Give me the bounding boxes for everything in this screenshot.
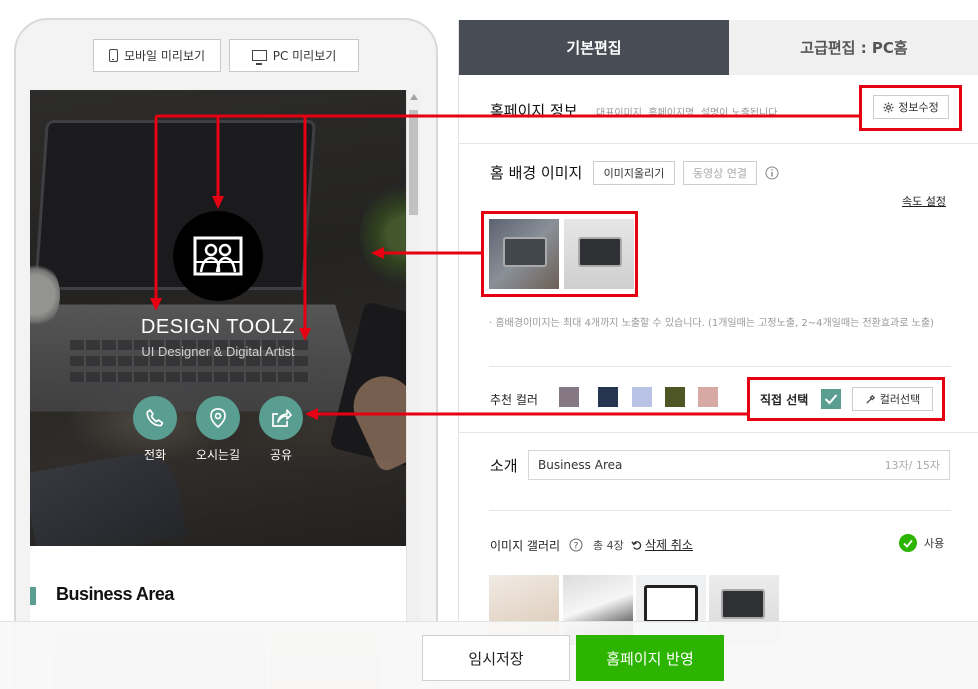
homepage-info-title: 홈페이지 정보 bbox=[490, 102, 578, 120]
color-swatch[interactable] bbox=[632, 387, 652, 407]
phone-icon bbox=[146, 409, 164, 427]
bg-image-title: 홈 배경 이미지 bbox=[490, 164, 583, 182]
scroll-thumb[interactable] bbox=[409, 110, 418, 215]
intro-input-value: Business Area bbox=[538, 458, 623, 472]
people-frame-icon bbox=[193, 236, 243, 276]
call-action[interactable]: 전화 bbox=[120, 396, 190, 463]
color-swatch[interactable] bbox=[559, 387, 579, 407]
link-video-button[interactable]: 동영상 연결 bbox=[683, 161, 757, 185]
site-logo bbox=[173, 211, 263, 301]
info-icon[interactable] bbox=[765, 166, 779, 180]
share-label: 공유 bbox=[269, 448, 293, 462]
divider bbox=[459, 143, 978, 144]
call-label: 전화 bbox=[143, 448, 167, 462]
share-action[interactable]: 공유 bbox=[246, 396, 316, 463]
help-icon[interactable]: ? bbox=[569, 538, 583, 552]
gallery-use-toggle[interactable] bbox=[899, 534, 917, 552]
bg-image-note: · 홈배경이미지는 최대 4개까지 노출할 수 있습니다. (1개일때는 고정노… bbox=[489, 316, 951, 332]
tab-basic-edit[interactable]: 기본편집 bbox=[459, 20, 729, 75]
publish-button[interactable]: 홈페이지 반영 bbox=[576, 635, 724, 681]
scroll-up-icon[interactable] bbox=[410, 94, 418, 100]
site-title: DESIGN TOOLZ bbox=[140, 316, 296, 338]
undo-delete-label: 삭제 취소 bbox=[645, 538, 693, 552]
pc-preview-button[interactable]: PC 미리보기 bbox=[229, 39, 359, 72]
mobile-preview-button[interactable]: 모바일 미리보기 bbox=[93, 39, 221, 72]
divider bbox=[459, 432, 978, 433]
section-accent-bar bbox=[30, 587, 36, 605]
intro-input[interactable]: Business Area 13자/ 15자 bbox=[528, 450, 950, 480]
gallery-label: 이미지 갤러리 bbox=[490, 539, 561, 553]
site-subtitle: UI Designer & Digital Artist bbox=[141, 344, 295, 359]
undo-delete-link[interactable]: 삭제 취소 bbox=[631, 536, 693, 553]
preview-scrollbar[interactable] bbox=[406, 90, 420, 689]
hero-background: DESIGN TOOLZ UI Designer & Digital Artis… bbox=[30, 90, 406, 546]
mobile-preview-label: 모바일 미리보기 bbox=[123, 49, 206, 63]
editor-root: 모바일 미리보기 PC 미리보기 DESIGN TOOLZ UI Designe… bbox=[0, 0, 978, 689]
directions-action[interactable]: 오시는길 bbox=[183, 396, 253, 463]
gallery-tablet bbox=[644, 585, 698, 623]
color-swatch[interactable] bbox=[598, 387, 618, 407]
mobile-device-icon bbox=[108, 49, 118, 62]
gallery-laptop bbox=[721, 589, 765, 619]
speed-setting-link[interactable]: 속도 설정 bbox=[902, 193, 946, 209]
section-title: Business Area bbox=[56, 584, 174, 604]
temp-save-button[interactable]: 임시저장 bbox=[422, 635, 570, 681]
upload-image-button[interactable]: 이미지올리기 bbox=[593, 161, 675, 185]
tab-advanced-edit[interactable]: 고급편집 : PC홈 bbox=[729, 20, 978, 75]
map-pin-icon bbox=[210, 408, 226, 429]
annotation-box-edit-info bbox=[859, 85, 962, 131]
recommend-color-label: 추천 컬러 bbox=[490, 393, 538, 407]
homepage-info-hint: 대표이미지, 홈페이지명, 설명이 노출됩니다. bbox=[596, 108, 781, 119]
monitor-icon bbox=[251, 50, 267, 65]
check-icon bbox=[903, 539, 913, 548]
svg-text:?: ? bbox=[574, 542, 579, 552]
pc-preview-label: PC 미리보기 bbox=[272, 49, 337, 63]
share-icon bbox=[272, 409, 292, 427]
color-swatch[interactable] bbox=[665, 387, 685, 407]
annotation-box-bg-images bbox=[481, 211, 638, 297]
mobile-screen: DESIGN TOOLZ UI Designer & Digital Artis… bbox=[30, 90, 406, 689]
gallery-count: 총 4장 bbox=[593, 539, 624, 552]
bg-image-note-text: 홈배경이미지는 최대 4개까지 노출할 수 있습니다. (1개일때는 고정노출,… bbox=[495, 318, 934, 329]
gallery-use-label: 사용 bbox=[924, 537, 945, 550]
annotation-box-color-select bbox=[747, 377, 945, 421]
divider bbox=[489, 366, 951, 367]
color-swatch[interactable] bbox=[698, 387, 718, 407]
intro-char-count: 13자/ 15자 bbox=[884, 459, 940, 472]
divider bbox=[489, 510, 951, 511]
undo-icon bbox=[631, 541, 642, 550]
directions-label: 오시는길 bbox=[195, 448, 241, 462]
intro-label: 소개 bbox=[490, 457, 518, 475]
